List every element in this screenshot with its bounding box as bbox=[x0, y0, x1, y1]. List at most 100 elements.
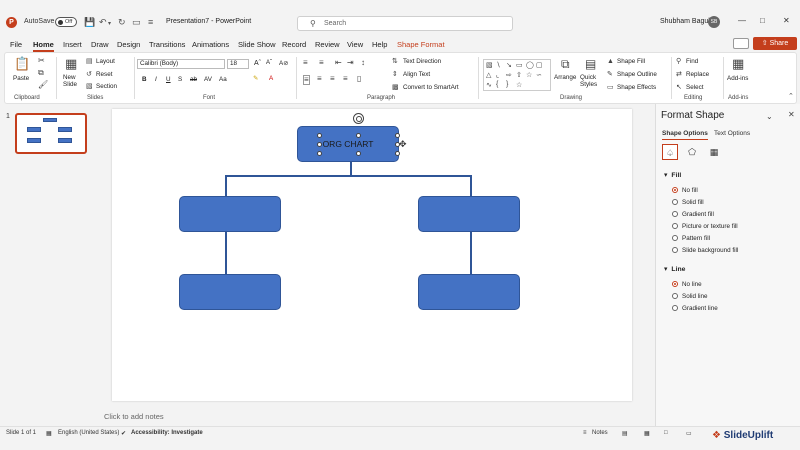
slideshow-view-icon[interactable]: ▭ bbox=[686, 430, 692, 437]
text-direction-button[interactable]: Text Direction bbox=[403, 58, 441, 65]
align-text-icon[interactable]: ⇕ bbox=[392, 71, 398, 78]
org-chart-title-box[interactable]: ORG CHART bbox=[297, 126, 399, 162]
org-box-left-bottom[interactable] bbox=[179, 274, 281, 310]
fill-section-header[interactable]: ▾ Fill bbox=[664, 171, 681, 179]
fill-line-category-icon[interactable]: ♤ bbox=[662, 144, 678, 160]
reset-icon[interactable]: ↺ bbox=[86, 71, 92, 78]
resize-handle[interactable] bbox=[317, 142, 322, 147]
fill-option-slide-background[interactable]: Slide background fill bbox=[672, 247, 738, 254]
radio-button[interactable] bbox=[672, 281, 678, 287]
up-arrow-shape-icon[interactable]: ⇧ bbox=[516, 71, 522, 79]
align-center-icon[interactable]: ≡ bbox=[317, 75, 322, 83]
slide-thumbnail[interactable] bbox=[15, 113, 87, 154]
section-button[interactable]: Section bbox=[96, 83, 117, 90]
clear-formatting-icon[interactable]: A⊘ bbox=[279, 60, 288, 67]
italic-icon[interactable]: I bbox=[155, 76, 157, 83]
resize-handle[interactable] bbox=[317, 151, 322, 156]
slide-sorter-icon[interactable]: ▦ bbox=[644, 430, 650, 437]
layout-icon[interactable]: ▤ bbox=[86, 58, 93, 65]
format-painter-icon[interactable]: 🖌 bbox=[38, 81, 48, 89]
resize-handle[interactable] bbox=[317, 133, 322, 138]
brace-shape-icon[interactable]: { bbox=[496, 81, 498, 88]
rounded-rect-shape-icon[interactable]: ▢ bbox=[536, 61, 543, 69]
textbox-shape-icon[interactable]: ▧ bbox=[486, 61, 493, 69]
find-button[interactable]: Find bbox=[686, 58, 698, 65]
addins-icon[interactable]: ▦ bbox=[732, 57, 744, 70]
arrange-icon[interactable]: ⧉ bbox=[561, 58, 570, 70]
increase-font-icon[interactable]: Aˆ bbox=[254, 60, 261, 67]
tab-view[interactable]: View bbox=[347, 40, 363, 49]
tab-design[interactable]: Design bbox=[117, 40, 140, 49]
increase-indent-icon[interactable]: ⇥ bbox=[347, 59, 354, 67]
tab-review[interactable]: Review bbox=[315, 40, 340, 49]
cut-icon[interactable]: ✂ bbox=[38, 57, 45, 65]
decrease-font-icon[interactable]: Aˇ bbox=[266, 60, 272, 66]
quick-styles-icon[interactable]: ▤ bbox=[585, 58, 596, 70]
line-option-solid[interactable]: Solid line bbox=[672, 293, 708, 300]
underline-icon[interactable]: U bbox=[166, 76, 171, 83]
highlight-icon[interactable]: ✎ bbox=[253, 75, 258, 82]
convert-smartart-button[interactable]: Convert to SmartArt bbox=[403, 84, 459, 91]
shape-fill-button[interactable]: Shape Fill bbox=[617, 58, 645, 65]
resize-handle[interactable] bbox=[356, 133, 361, 138]
columns-icon[interactable]: ▯ bbox=[357, 75, 361, 83]
size-properties-category-icon[interactable]: ▦ bbox=[706, 144, 722, 160]
star-shape-icon[interactable]: ☆ bbox=[526, 71, 532, 79]
arrow-shape-icon[interactable]: ↘ bbox=[506, 61, 512, 69]
user-name[interactable]: Shubham Bagul bbox=[660, 18, 710, 25]
org-box-right-bottom[interactable] bbox=[418, 274, 520, 310]
font-name-select[interactable]: Calibri (Body) bbox=[137, 59, 225, 69]
replace-button[interactable]: Replace bbox=[686, 71, 709, 78]
close-icon[interactable]: ✕ bbox=[783, 16, 790, 25]
char-spacing-icon[interactable]: AV bbox=[204, 76, 212, 83]
curve-shape-icon[interactable]: ∽ bbox=[536, 71, 542, 79]
language-indicator[interactable]: English (United States) bbox=[58, 430, 119, 436]
autosave-toggle[interactable]: Off bbox=[55, 17, 77, 27]
avatar[interactable]: SB bbox=[708, 16, 720, 28]
select-button[interactable]: Select bbox=[686, 84, 704, 91]
line-option-gradient[interactable]: Gradient line bbox=[672, 305, 718, 312]
present-icon[interactable]: ▭ bbox=[132, 17, 141, 28]
line-section-header[interactable]: ▾ Line bbox=[664, 265, 685, 273]
shadow-icon[interactable]: S bbox=[178, 76, 182, 83]
pane-options-chevron-icon[interactable]: ⌄ bbox=[766, 112, 773, 121]
radio-button[interactable] bbox=[672, 199, 678, 205]
justify-icon[interactable]: ≡ bbox=[343, 75, 348, 83]
bold-icon[interactable]: B bbox=[142, 76, 147, 83]
tab-insert[interactable]: Insert bbox=[63, 40, 82, 49]
spelling-icon[interactable]: ▦ bbox=[46, 430, 52, 437]
collapse-ribbon-icon[interactable]: ⌃ bbox=[788, 93, 794, 100]
resize-handle[interactable] bbox=[356, 151, 361, 156]
font-color-icon[interactable]: A bbox=[269, 75, 273, 82]
pane-close-icon[interactable]: ✕ bbox=[788, 110, 795, 119]
new-slide-icon[interactable]: ▦ bbox=[65, 57, 77, 70]
smartart-icon[interactable]: ▩ bbox=[392, 84, 399, 91]
org-chart-title-text[interactable]: ORG CHART bbox=[323, 139, 374, 149]
fill-option-gradient[interactable]: Gradient fill bbox=[672, 211, 714, 218]
star-shape-icon-2[interactable]: ☆ bbox=[516, 81, 522, 89]
elbow-connector-shape-icon[interactable]: ⌞ bbox=[496, 71, 499, 79]
tab-text-options[interactable]: Text Options bbox=[714, 130, 750, 137]
tab-file[interactable]: File bbox=[10, 40, 22, 49]
tab-shape-options[interactable]: Shape Options bbox=[662, 130, 708, 140]
notes-toggle[interactable]: Notes bbox=[592, 430, 608, 436]
tab-animations[interactable]: Animations bbox=[192, 40, 229, 49]
resize-handle[interactable] bbox=[395, 151, 400, 156]
align-left-icon[interactable]: ≡ bbox=[303, 75, 310, 85]
share-button[interactable]: ⇧ Share bbox=[753, 37, 797, 50]
maximize-icon[interactable]: □ bbox=[760, 16, 765, 25]
shapes-gallery[interactable]: ▧ ∖ ↘ ▭ ◯ ▢ △ ⌞ ⇨ ⇧ ☆ ∽ ∿ { } ☆ bbox=[483, 59, 551, 91]
oval-shape-icon[interactable]: ◯ bbox=[526, 61, 534, 69]
paste-button[interactable]: Paste bbox=[13, 75, 29, 82]
effects-category-icon[interactable]: ⬠ bbox=[684, 144, 700, 160]
radio-button[interactable] bbox=[672, 293, 678, 299]
tab-draw[interactable]: Draw bbox=[91, 40, 109, 49]
tab-help[interactable]: Help bbox=[372, 40, 387, 49]
bracket-shape-icon[interactable]: } bbox=[506, 81, 508, 88]
radio-button[interactable] bbox=[672, 223, 678, 229]
replace-icon[interactable]: ⇄ bbox=[676, 71, 682, 78]
accessibility-status[interactable]: Accessibility: Investigate bbox=[131, 430, 203, 436]
undo-icon[interactable]: ↶ bbox=[99, 17, 107, 28]
addins-button[interactable]: Add-ins bbox=[727, 75, 748, 82]
tab-record[interactable]: Record bbox=[282, 40, 306, 49]
